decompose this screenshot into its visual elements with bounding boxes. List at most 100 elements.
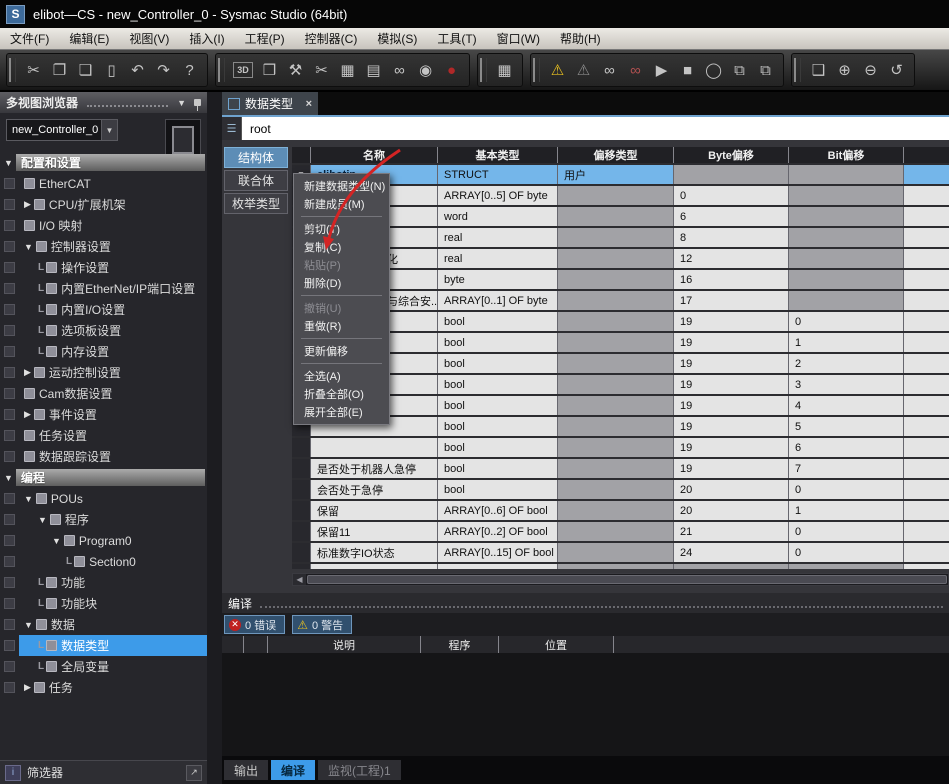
category-tab-联合体[interactable]: 联合体	[224, 170, 288, 191]
tree-item-pous[interactable]: ▼POUs	[0, 488, 207, 509]
tree-item-cam-data[interactable]: Cam数据设置	[0, 383, 207, 404]
data-trace-icon[interactable]: ▦	[335, 57, 360, 83]
menu-item[interactable]: 插入(I)	[179, 30, 234, 47]
filter-edit-icon[interactable]: ↗	[186, 765, 202, 781]
chevron-right-icon[interactable]: ▶	[24, 367, 31, 378]
tree-item-controller-settings[interactable]: ▼控制器设置	[0, 236, 207, 257]
sidebar-header[interactable]: 多视图浏览器 ▼	[0, 92, 207, 113]
cell-offset-type[interactable]	[557, 228, 673, 247]
delete-icon[interactable]: ▯	[99, 57, 124, 83]
menu-item[interactable]: 工具(T)	[427, 30, 486, 47]
edit-table-icon[interactable]: ▦	[492, 57, 517, 83]
help-icon[interactable]: ?	[177, 57, 202, 83]
cell-base-type[interactable]: bool	[437, 459, 557, 478]
cell-bit-offset[interactable]: 2	[788, 354, 903, 373]
context-menu-item[interactable]: 折叠全部(O)	[294, 385, 389, 403]
stop-monitor-icon[interactable]: ∞	[623, 57, 648, 83]
cell-byte-offset[interactable]: 0	[673, 186, 788, 205]
chevron-down-icon[interactable]: ▼	[177, 98, 186, 108]
project-build-icon[interactable]: ❒	[257, 57, 282, 83]
3d-view-icon[interactable]: 3D	[233, 62, 253, 78]
chevron-right-icon[interactable]: ▶	[24, 409, 31, 420]
cell-byte-offset[interactable]: 16	[673, 270, 788, 289]
cell-bit-offset[interactable]	[788, 270, 903, 289]
context-menu-item[interactable]: 展开全部(E)	[294, 403, 389, 421]
cell-byte-offset[interactable]: 19	[673, 354, 788, 373]
cell-offset-type[interactable]	[557, 207, 673, 226]
cell-base-type[interactable]: bool	[437, 438, 557, 457]
controller-selector[interactable]: new_Controller_0 ▼	[6, 119, 118, 141]
cell-bit-offset[interactable]: 5	[788, 417, 903, 436]
category-tab-枚举类型[interactable]: 枚举类型	[224, 193, 288, 214]
cell-byte-offset[interactable]: 6	[673, 207, 788, 226]
cross-reference-icon[interactable]: ✂	[309, 57, 334, 83]
cell-base-type[interactable]: real	[437, 249, 557, 268]
cell-byte-offset[interactable]: 19	[673, 438, 788, 457]
menu-item[interactable]: 工程(P)	[235, 30, 295, 47]
tree-item-operation-settings[interactable]: L操作设置	[0, 257, 207, 278]
undo-icon[interactable]: ↶	[125, 57, 150, 83]
cell-base-type[interactable]: ARRAY[0..5] OF byte	[437, 186, 557, 205]
cell-byte-offset[interactable]: 21	[673, 522, 788, 541]
menu-item[interactable]: 视图(V)	[119, 30, 179, 47]
cell-bit-offset[interactable]: 6	[788, 438, 903, 457]
cell-offset-type[interactable]: 用户	[557, 165, 673, 184]
table-row[interactable]: 与综合安...ARRAY[0..1] OF byte17	[292, 289, 949, 310]
cell-offset-type[interactable]	[557, 186, 673, 205]
table-row[interactable]: bool191	[292, 331, 949, 352]
menu-item[interactable]: 帮助(H)	[550, 30, 611, 47]
table-row[interactable]: word6	[292, 205, 949, 226]
cell-base-type[interactable]: ARRAY[0..2] OF bool	[437, 522, 557, 541]
monitor-icon[interactable]: ∞	[597, 57, 622, 83]
table-row[interactable]: bool190	[292, 310, 949, 331]
cell-base-type[interactable]	[437, 564, 557, 569]
tree-item-ethercat[interactable]: EtherCAT	[0, 173, 207, 194]
cell-bit-offset[interactable]: 0	[788, 312, 903, 331]
chevron-right-icon[interactable]: ▶	[24, 682, 31, 693]
context-menu-item[interactable]: 重做(R)	[294, 317, 389, 335]
cell-bit-offset[interactable]	[788, 249, 903, 268]
table-row[interactable]: bool 196	[292, 436, 949, 457]
table-row[interactable]: bool192	[292, 352, 949, 373]
cell-base-type[interactable]: ARRAY[0..15] OF bool	[437, 543, 557, 562]
table-row[interactable]: 是否处于机器人急停bool197	[292, 457, 949, 478]
tree-item-rack[interactable]: ▶CPU/扩展机架	[0, 194, 207, 215]
cell-base-type[interactable]: bool	[437, 480, 557, 499]
tree-item-global-vars[interactable]: L全局变量	[0, 656, 207, 677]
cell-byte-offset[interactable]: 19	[673, 459, 788, 478]
cell-name[interactable]: 保留11	[310, 522, 437, 541]
table-row[interactable]: ARRAY[0..5] OF byte 0	[292, 184, 949, 205]
cell-offset-type[interactable]	[557, 291, 673, 310]
cell-offset-type[interactable]	[557, 270, 673, 289]
transfer-from-controller-icon[interactable]: ⧉	[753, 57, 778, 83]
cell-base-type[interactable]: real	[437, 228, 557, 247]
chevron-down-icon[interactable]: ▼	[52, 536, 61, 546]
menu-item[interactable]: 编辑(E)	[59, 30, 119, 47]
menu-item[interactable]: 模拟(S)	[367, 30, 427, 47]
table-row[interactable]: 化real12	[292, 247, 949, 268]
cell-name[interactable]: 标准数字IO状态	[310, 543, 437, 562]
page-width-icon[interactable]: ❑	[806, 57, 831, 83]
sync-icon[interactable]: ◯	[701, 57, 726, 83]
cell-byte-offset[interactable]: 19	[673, 375, 788, 394]
run-mode-icon[interactable]: ▶	[649, 57, 674, 83]
menu-item[interactable]: 控制器(C)	[295, 30, 368, 47]
tree-item-ethernet-ip[interactable]: L内置EtherNet/IP端口设置	[0, 278, 207, 299]
tree-item-builtin-io[interactable]: L内置I/O设置	[0, 299, 207, 320]
table-row[interactable]: 标准数字IO状态ARRAY[0..15] OF bool240	[292, 541, 949, 562]
cell-bit-offset[interactable]	[788, 186, 903, 205]
cell-offset-type[interactable]	[557, 396, 673, 415]
cell-bit-offset[interactable]: 3	[788, 375, 903, 394]
filter-bar[interactable]: i 筛选器 ↗	[0, 760, 207, 784]
scroll-left-icon[interactable]: ◀	[293, 574, 306, 585]
cell-bit-offset[interactable]	[788, 228, 903, 247]
tree-item-memory-settings[interactable]: L内存设置	[0, 341, 207, 362]
cell-base-type[interactable]: ARRAY[0..6] OF bool	[437, 501, 557, 520]
cell-bit-offset[interactable]: 1	[788, 501, 903, 520]
cell-bit-offset[interactable]: 1	[788, 333, 903, 352]
cell-offset-type[interactable]	[557, 459, 673, 478]
cell-byte-offset[interactable]: 12	[673, 249, 788, 268]
cell-base-type[interactable]: bool	[437, 417, 557, 436]
build-panel-header[interactable]: 编译	[222, 593, 949, 613]
cut-icon[interactable]: ✂	[21, 57, 46, 83]
